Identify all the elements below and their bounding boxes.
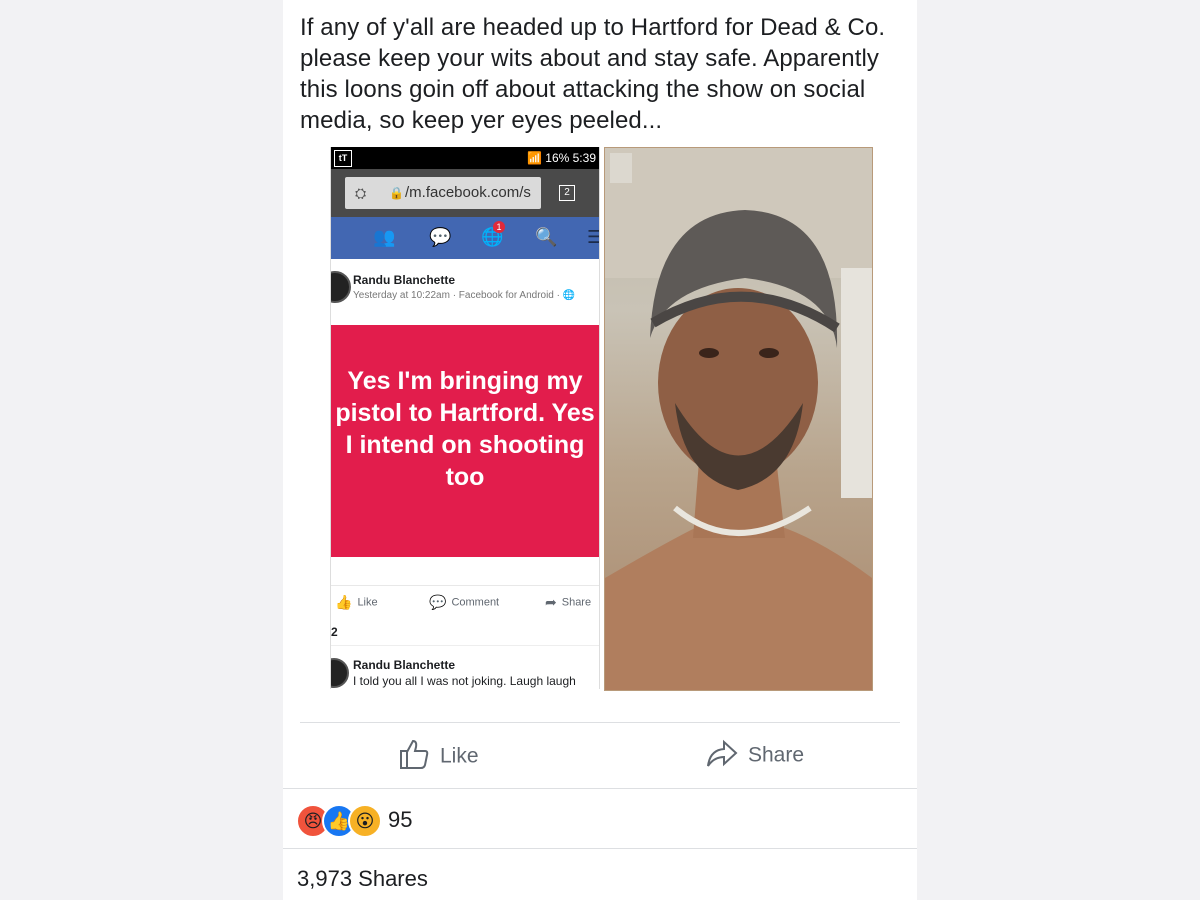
browser-url-bar: ⛭ 🔒 /m.facebook.com/s 2	[331, 169, 599, 217]
red-post-text: Yes I'm bringing my pistol to Hartford. …	[335, 367, 595, 491]
poster-name: Randu Blanchette	[353, 273, 456, 287]
divider	[283, 848, 917, 849]
messenger-icon: 💬	[429, 227, 452, 247]
avatar	[331, 658, 349, 688]
comment-text: I told you all I was not joking. Laugh l…	[353, 674, 576, 688]
post-text: If any of y'all are headed up to Hartfor…	[300, 14, 886, 134]
wow-reaction-icon: 😮	[348, 804, 382, 838]
embedded-comment: 💬 Comment	[429, 594, 500, 610]
red-text-panel: Yes I'm bringing my pistol to Hartford. …	[331, 325, 599, 557]
phone-status-bar: tT 📶 16% 5:39	[331, 147, 599, 169]
embedded-comment-row: Randu Blanchette I told you all I was no…	[331, 645, 599, 689]
person-photo	[604, 147, 873, 691]
facebook-nav-bar: 👥 💬 🌐 1 🔍 ☰	[331, 217, 599, 259]
menu-icon: ☰	[587, 227, 599, 248]
divider	[283, 788, 917, 789]
embedded-like: 👍 Like	[335, 594, 378, 610]
avatar	[331, 271, 351, 303]
reaction-count: 95	[388, 807, 413, 832]
share-button[interactable]: Share	[706, 738, 804, 774]
shares-count[interactable]: 3,973 Shares	[297, 866, 428, 892]
comment-author: Randu Blanchette	[353, 658, 456, 672]
embedded-share: ➦ Share	[545, 594, 592, 610]
lock-icon: 🔒	[389, 186, 404, 200]
url-field: ⛭ 🔒 /m.facebook.com/s	[345, 177, 541, 209]
wifi-icon: 📶	[526, 151, 542, 165]
tab-count: 2	[559, 185, 575, 201]
person-photo-illustration	[605, 148, 872, 690]
embedded-actions: 👍 Like 💬 Comment ➦ Share	[331, 585, 599, 620]
like-button[interactable]: Like	[398, 738, 479, 776]
embedded-count: 2	[331, 625, 338, 639]
poster-meta: Yesterday at 10:22am · Facebook for Andr…	[353, 290, 576, 301]
incognito-icon: ⛭	[355, 185, 367, 201]
share-icon	[706, 738, 738, 774]
thumbs-up-icon: 👍	[335, 594, 353, 610]
search-icon: 🔍	[535, 227, 558, 247]
embedded-screenshot: tT 📶 16% 5:39 ⛭ 🔒 /m.facebook.com/s 2 👥 …	[330, 147, 600, 689]
share-icon: ➦	[545, 594, 557, 610]
url-text: /m.facebook.com/s	[405, 184, 531, 201]
app-icon: tT	[334, 150, 352, 167]
status-text: 16% 5:39	[545, 151, 596, 165]
embedded-post-header: Randu Blanchette Yesterday at 10:22am · …	[331, 259, 599, 325]
status-indicators: 📶 16% 5:39	[527, 151, 596, 165]
like-label: Like	[440, 744, 479, 768]
divider	[300, 722, 900, 723]
friends-icon: 👥	[373, 227, 396, 247]
thumbs-up-icon	[398, 738, 430, 776]
notification-badge: 1	[493, 221, 505, 233]
share-label: Share	[748, 743, 805, 767]
comment-icon: 💬	[429, 594, 447, 610]
